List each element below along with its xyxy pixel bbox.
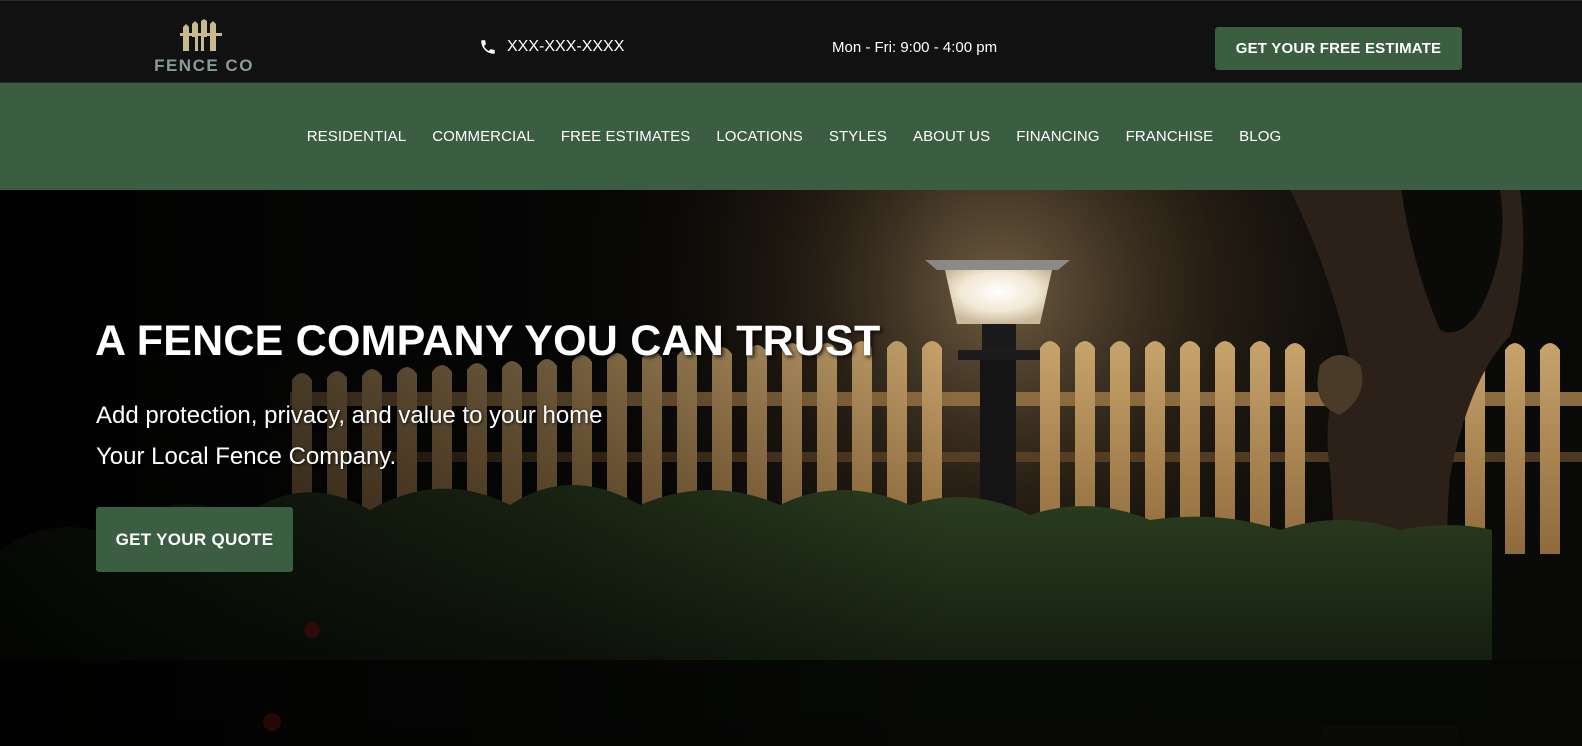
free-estimate-button[interactable]: GET YOUR FREE ESTIMATE [1215,27,1462,70]
nav-item-styles[interactable]: STYLES [829,128,887,145]
nav-item-blog[interactable]: BLOG [1239,128,1281,145]
nav-item-commercial[interactable]: COMMERCIAL [432,128,535,145]
nav-list: RESIDENTIAL COMMERCIAL FREE ESTIMATES LO… [307,128,1282,145]
nav-item-about-us[interactable]: ABOUT US [913,128,990,145]
hero-title: A FENCE COMPANY YOU CAN TRUST [95,317,881,365]
nav-item-free-estimates[interactable]: FREE ESTIMATES [561,128,690,145]
nav-item-locations[interactable]: LOCATIONS [716,128,802,145]
hero-subtitle-line1: Add protection, privacy, and value to yo… [96,402,603,429]
main-nav: RESIDENTIAL COMMERCIAL FREE ESTIMATES LO… [0,83,1582,190]
logo-text: FENCE CO [154,56,254,75]
phone-contact[interactable]: XXX-XXX-XXXX [479,38,624,56]
hero-subtitle-line2: Your Local Fence Company. [96,443,397,470]
nav-item-financing[interactable]: FINANCING [1016,128,1099,145]
get-quote-button[interactable]: GET YOUR QUOTE [96,507,293,572]
phone-number[interactable]: XXX-XXX-XXXX [507,38,624,56]
nav-item-franchise[interactable]: FRANCHISE [1126,128,1214,145]
top-bar: FENCE CO XXX-XXX-XXXX Mon - Fri: 9:00 - … [0,0,1582,83]
business-hours: Mon - Fri: 9:00 - 4:00 pm [832,39,998,56]
hero-section: A FENCE COMPANY YOU CAN TRUST Add protec… [0,190,1582,746]
fence-logo-icon [180,19,222,51]
nav-item-residential[interactable]: RESIDENTIAL [307,128,406,145]
phone-icon [481,40,495,54]
hero-subtitle: Add protection, privacy, and value to yo… [96,395,603,477]
site-logo[interactable]: FENCE CO [150,19,260,75]
